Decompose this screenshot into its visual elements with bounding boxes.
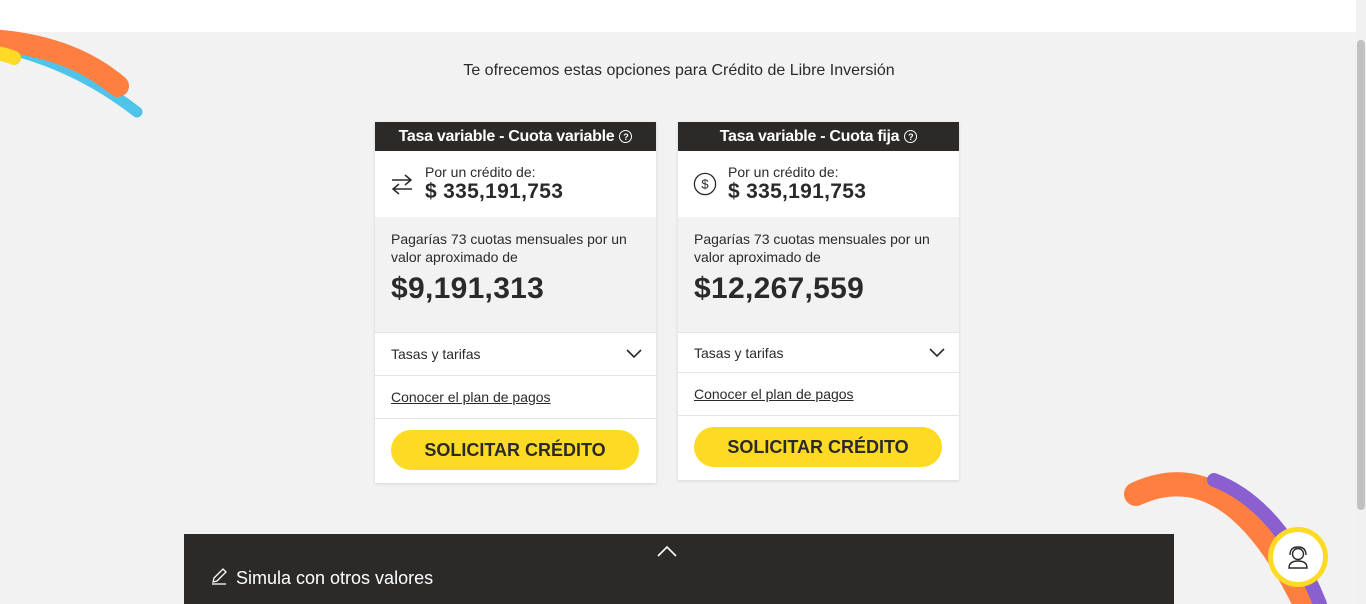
- card-header: Tasa variable - Cuota fija ?: [678, 122, 959, 151]
- chevron-down-icon: [929, 345, 945, 361]
- credit-amount: $ Por un crédito de: $ 335,191,753: [678, 151, 959, 217]
- quota-text: Pagarías 73 cuotas mensuales por un valo…: [391, 231, 627, 265]
- card-title: Tasa variable - Cuota fija: [719, 127, 900, 145]
- card-header: Tasa variable - Cuota variable ?: [375, 122, 656, 151]
- quota-info: Pagarías 73 cuotas mensuales por un valo…: [375, 217, 656, 332]
- chevron-down-icon: [626, 346, 642, 362]
- tasas-dropdown[interactable]: Tasas y tarifas: [678, 332, 959, 372]
- payment-plan-row: Conocer el plan de pagos: [678, 372, 959, 415]
- credit-amount: Por un crédito de: $ 335,191,753: [375, 151, 656, 217]
- quota-value: $12,267,559: [694, 272, 865, 305]
- tasas-label: Tasas y tarifas: [391, 346, 481, 362]
- pencil-icon: [210, 567, 228, 590]
- chat-button[interactable]: [1268, 527, 1328, 587]
- simulate-panel: Simula con otros valores: [184, 534, 1174, 604]
- payment-plan-row: Conocer el plan de pagos: [375, 375, 656, 418]
- simulate-label: Simula con otros valores: [236, 568, 434, 588]
- quota-info: Pagarías 73 cuotas mensuales por un valo…: [678, 217, 959, 332]
- credit-option-card-fixed: Tasa variable - Cuota fija ? $ Por un cr…: [678, 122, 959, 480]
- payment-plan-link[interactable]: Conocer el plan de pagos: [694, 386, 854, 402]
- simulate-toggle[interactable]: Simula con otros valores: [210, 567, 433, 590]
- card-title: Tasa variable - Cuota variable: [398, 127, 615, 145]
- amount-value: $ 335,191,753: [425, 179, 564, 203]
- amount-label: Por un crédito de:: [728, 163, 839, 180]
- payment-plan-link[interactable]: Conocer el plan de pagos: [391, 389, 551, 405]
- scrollbar[interactable]: [1356, 0, 1366, 604]
- quota-text: Pagarías 73 cuotas mensuales por un valo…: [694, 231, 930, 265]
- amount-label: Por un crédito de:: [425, 163, 536, 180]
- request-credit-button[interactable]: SOLICITAR CRÉDITO: [694, 427, 942, 467]
- chevron-up-icon[interactable]: [657, 544, 677, 562]
- exchange-arrows-icon: [390, 172, 414, 196]
- button-container: SOLICITAR CRÉDITO: [375, 418, 656, 470]
- top-bar: [0, 0, 1356, 32]
- help-icon[interactable]: ?: [619, 130, 633, 143]
- tasas-dropdown[interactable]: Tasas y tarifas: [375, 332, 656, 375]
- scrollbar-thumb[interactable]: [1357, 40, 1365, 510]
- credit-option-card-variable: Tasa variable - Cuota variable ? Por un …: [375, 122, 656, 483]
- svg-text:$: $: [701, 177, 708, 192]
- help-icon[interactable]: ?: [904, 130, 918, 143]
- button-container: SOLICITAR CRÉDITO: [678, 415, 959, 467]
- dollar-circle-icon: $: [693, 172, 717, 196]
- request-credit-button[interactable]: SOLICITAR CRÉDITO: [391, 430, 639, 470]
- chat-agent-icon: [1273, 532, 1323, 582]
- tasas-label: Tasas y tarifas: [694, 344, 784, 361]
- quota-value: $9,191,313: [391, 272, 545, 305]
- intro-text: Te ofrecemos estas opciones para Crédito…: [463, 62, 895, 79]
- amount-value: $ 335,191,753: [728, 179, 867, 203]
